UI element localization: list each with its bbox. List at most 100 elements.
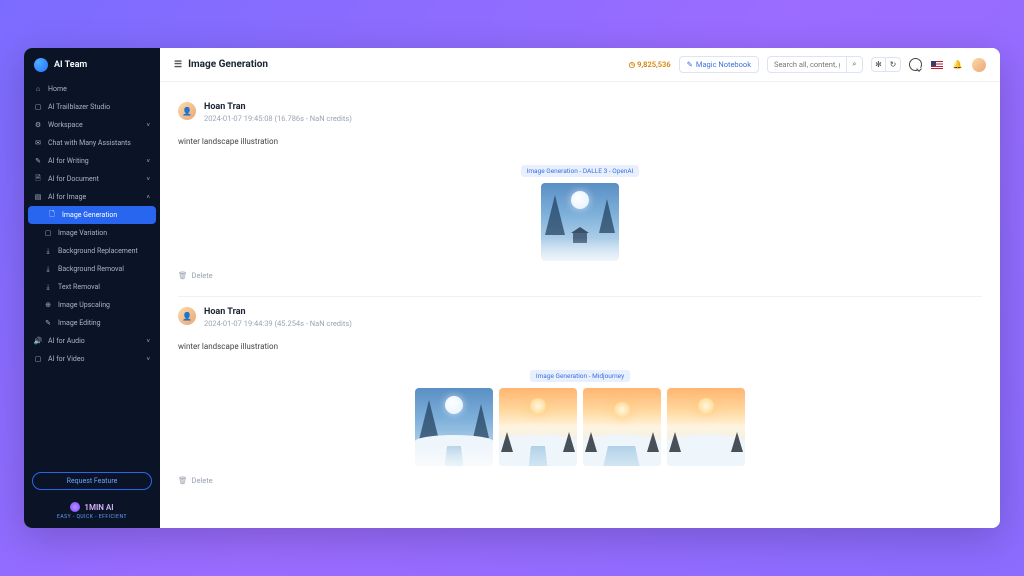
nav-item-label: AI for Image (48, 193, 86, 201)
footer-tagline: EASY - QUICK - EFFICIENT (24, 514, 160, 520)
magic-notebook-button[interactable]: ✎ Magic Notebook (679, 56, 759, 73)
user-avatar: 👤 (178, 102, 196, 120)
nav-item-icon: 🗋 (48, 211, 56, 219)
nav-item-icon: 🔊 (34, 337, 42, 345)
nav-item-icon: ▢ (34, 355, 42, 363)
chevron-down-icon: ˅ (146, 338, 150, 345)
generated-image[interactable] (415, 388, 493, 466)
nav-item-label: Image Editing (58, 319, 101, 327)
flag-icon[interactable] (930, 58, 943, 71)
sidebar-item-background-removal[interactable]: ⤓Background Removal (24, 260, 160, 278)
credits-display[interactable]: ◷ 9,825,536 (629, 60, 671, 69)
entry-head: 👤 Hoan Tran 2024-01-07 19:44:39 (45.254s… (178, 307, 982, 328)
chat-icon[interactable] (909, 58, 922, 71)
toolbar-group: ✻ ↻ (871, 57, 901, 72)
page-title: ☰ Image Generation (174, 59, 268, 70)
nav-item-icon: 🗎 (34, 175, 42, 183)
search-input[interactable] (767, 56, 847, 73)
chevron-up-icon: ˄ (146, 194, 150, 201)
timestamp: 2024-01-07 19:45:08 (16.786s - NaN credi… (204, 114, 352, 123)
generation-entry: 👤 Hoan Tran 2024-01-07 19:44:39 (45.254s… (178, 297, 982, 501)
request-feature-button[interactable]: Request Feature (32, 472, 152, 490)
nav-item-icon: ⤓ (44, 247, 52, 255)
nav-item-label: Background Replacement (58, 247, 138, 255)
refresh-icon[interactable]: ↻ (886, 58, 900, 71)
nav-item-icon: ⤓ (44, 283, 52, 291)
generated-image[interactable] (541, 183, 619, 261)
brand-logo-icon (70, 502, 80, 512)
delete-button[interactable]: 🗑 Delete (178, 476, 982, 485)
sidebar-item-ai-for-image[interactable]: ▤ AI for Image ˄ (24, 188, 160, 206)
generated-image[interactable] (499, 388, 577, 466)
nav-item-label: Text Removal (58, 283, 100, 291)
nav-item-icon: ✎ (44, 319, 52, 327)
prompt-text: winter landscape illustration (178, 342, 982, 351)
model-badge: Image Generation - DALLE 3 - OpenAI (521, 165, 640, 177)
team-logo-icon (34, 58, 48, 72)
search-icon: ⌕ (853, 60, 857, 69)
sidebar: AI Team ⌂ Home ▢ AI Trailblazer Studio ⚙ Work… (24, 48, 160, 528)
content-area: 👤 Hoan Tran 2024-01-07 19:45:08 (16.786s… (160, 82, 1000, 528)
entry-head: 👤 Hoan Tran 2024-01-07 19:45:08 (16.786s… (178, 102, 982, 123)
trash-icon: 🗑 (178, 271, 188, 280)
image-row (178, 183, 982, 261)
nav-item-icon: ▤ (34, 193, 42, 201)
nav-item-icon: ✎ (34, 157, 42, 165)
sidebar-nav: ⌂ Home ▢ AI Trailblazer Studio ⚙ Workspace ˅ ✉C… (24, 80, 160, 464)
search-button[interactable]: ⌕ (847, 56, 863, 73)
topbar: ☰ Image Generation ◷ 9,825,536 ✎ Magic N… (160, 48, 1000, 82)
sidebar-item-image-editing[interactable]: ✎ Image Editing (24, 314, 160, 332)
nav-item-label: AI for Writing (48, 157, 89, 165)
trash-icon: 🗑 (178, 476, 188, 485)
sidebar-item-ai-for-writing[interactable]: ✎ AI for Writing ˅ (24, 152, 160, 170)
nav-item-label: Workspace (48, 121, 83, 129)
sidebar-item-ai-for-video[interactable]: ▢ AI for Video ˅ (24, 350, 160, 368)
generated-image[interactable] (667, 388, 745, 466)
prompt-text: winter landscape illustration (178, 137, 982, 146)
team-name: AI Team (54, 60, 87, 70)
user-avatar: 👤 (178, 307, 196, 325)
avatar[interactable] (972, 58, 986, 72)
sidebar-item-background-replacement[interactable]: ⤓ Background Replacement (24, 242, 160, 260)
sidebar-item-workspace[interactable]: ⚙ Workspace ˅ (24, 116, 160, 134)
nav-item-icon: ⌂ (34, 85, 42, 93)
sidebar-item-text-removal[interactable]: ⤓ Text Removal (24, 278, 160, 296)
nav-item-icon: ⊕ (44, 301, 52, 309)
sidebar-item-image-upscaling[interactable]: ⊕Image Upscaling (24, 296, 160, 314)
sidebar-item-image-generation[interactable]: 🗋 Image Generation (28, 206, 156, 224)
chevron-down-icon: ˅ (146, 158, 150, 165)
nav-item-label: Image Generation (62, 211, 117, 219)
sidebar-item-home[interactable]: ⌂ Home (24, 80, 160, 98)
nav-item-icon: ▢ (34, 103, 42, 111)
nav-item-label: AI for Document (48, 175, 99, 183)
nav-item-icon: ▢ (44, 229, 52, 237)
search-wrap: ⌕ (767, 56, 863, 73)
nav-item-label: Home (48, 85, 67, 93)
model-badge: Image Generation - Midjourney (530, 370, 630, 382)
magic-notebook-icon: ✎ (687, 60, 693, 69)
sidebar-item-ai-trailblazer-studio[interactable]: ▢ AI Trailblazer Studio (24, 98, 160, 116)
credits-icon: ◷ (629, 60, 636, 69)
generation-entry: 👤 Hoan Tran 2024-01-07 19:45:08 (16.786s… (178, 92, 982, 297)
gear-icon[interactable]: ✻ (872, 58, 886, 71)
chevron-down-icon: ˅ (146, 122, 150, 129)
sidebar-item-ai-for-document[interactable]: 🗎 AI for Document ˅ (24, 170, 160, 188)
chevron-down-icon: ˅ (146, 176, 150, 183)
chevron-down-icon: ˅ (146, 356, 150, 363)
timestamp: 2024-01-07 19:44:39 (45.254s - NaN credi… (204, 319, 352, 328)
sidebar-item-chat-with-many-assistants[interactable]: ✉Chat with Many Assistants (24, 134, 160, 152)
nav-item-label: Background Removal (58, 265, 124, 273)
nav-item-label: Image Variation (58, 229, 107, 237)
generated-image[interactable] (583, 388, 661, 466)
app-window: AI Team ⌂ Home ▢ AI Trailblazer Studio ⚙ Work… (24, 48, 1000, 528)
nav-item-label: AI for Video (48, 355, 85, 363)
nav-item-label: AI Trailblazer Studio (48, 103, 110, 111)
nav-item-label: AI for Audio (48, 337, 85, 345)
sidebar-header: AI Team (24, 48, 160, 80)
footer-brand: 1MIN AI (24, 502, 160, 512)
sidebar-item-ai-for-audio[interactable]: 🔊 AI for Audio ˅ (24, 332, 160, 350)
bell-icon[interactable]: 🔔 (951, 58, 964, 71)
nav-item-icon: ⚙ (34, 121, 42, 129)
sidebar-item-image-variation[interactable]: ▢ Image Variation (24, 224, 160, 242)
delete-button[interactable]: 🗑 Delete (178, 271, 982, 280)
